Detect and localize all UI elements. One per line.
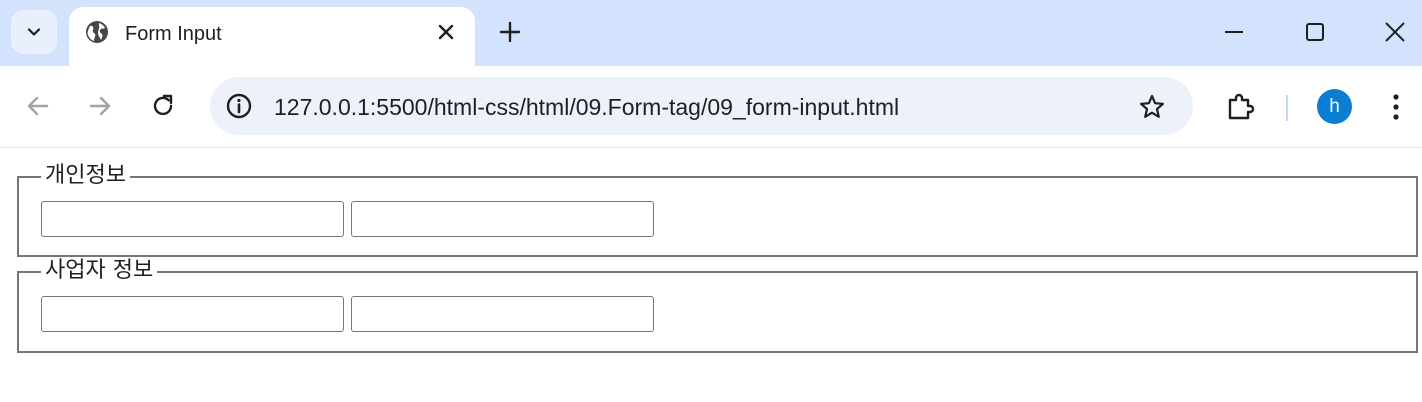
forward-button[interactable]: [86, 92, 114, 120]
address-bar[interactable]: 127.0.0.1:5500/html-css/html/09.Form-tag…: [210, 77, 1193, 135]
close-icon: [1385, 22, 1405, 42]
tab-title: Form Input: [125, 23, 222, 45]
site-info-icon[interactable]: [225, 92, 253, 120]
forward-arrow-icon: [89, 96, 111, 116]
extensions-puzzle-icon[interactable]: [1224, 91, 1256, 123]
more-menu-icon[interactable]: [1384, 92, 1408, 122]
close-tab-icon[interactable]: [435, 21, 457, 43]
tab-search-button[interactable]: [11, 10, 57, 54]
active-tab[interactable]: Form Input: [69, 7, 475, 66]
url-text[interactable]: 127.0.0.1:5500/html-css/html/09.Form-tag…: [274, 94, 899, 121]
profile-avatar[interactable]: h: [1317, 89, 1352, 124]
maximize-icon: [1306, 23, 1324, 41]
back-arrow-icon: [27, 96, 49, 116]
minimize-button[interactable]: [1218, 16, 1250, 48]
reload-icon: [153, 94, 173, 116]
browser-toolbar: 127.0.0.1:5500/html-css/html/09.Form-tag…: [0, 66, 1422, 148]
personal-info-legend: 개인정보: [41, 162, 130, 190]
business-info-fieldset: 사업자 정보: [17, 257, 1418, 353]
minimize-icon: [1225, 31, 1243, 33]
reload-button[interactable]: [149, 92, 177, 120]
globe-icon: [86, 21, 108, 43]
personal-info-input-2[interactable]: [351, 201, 654, 237]
business-info-input-1[interactable]: [41, 296, 344, 332]
new-tab-icon[interactable]: [498, 20, 522, 44]
back-button[interactable]: [24, 92, 52, 120]
business-info-input-2[interactable]: [351, 296, 654, 332]
chevron-down-icon: [27, 28, 41, 36]
toolbar-divider: [1286, 95, 1288, 121]
maximize-button[interactable]: [1299, 16, 1331, 48]
business-info-legend: 사업자 정보: [41, 257, 158, 285]
close-window-button[interactable]: [1379, 16, 1411, 48]
page-content: 개인정보 사업자 정보: [0, 148, 1422, 402]
personal-info-fieldset: 개인정보: [17, 162, 1418, 257]
personal-info-input-1[interactable]: [41, 201, 344, 237]
bookmark-star-icon[interactable]: [1138, 93, 1166, 121]
tab-strip: Form Input: [0, 0, 1422, 66]
